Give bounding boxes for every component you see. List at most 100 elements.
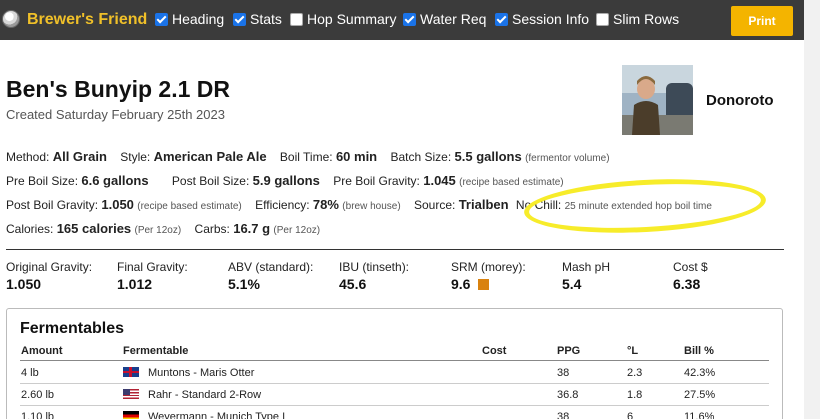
stat-abv: ABV (standard): 5.1% (228, 260, 313, 292)
toolbar: Brewer's Friend Heading Stats Hop Summar… (0, 0, 804, 40)
stat-cost: Cost $ 6.38 (673, 260, 708, 292)
pre-boil-gravity-note: (recipe based estimate) (459, 177, 564, 188)
stat-value: 5.4 (562, 276, 582, 292)
col-header-bill: Bill % (684, 345, 714, 357)
stat-label: Original Gravity: (6, 260, 93, 274)
option-hop-summary[interactable]: Hop Summary (290, 11, 396, 27)
carbs-label: Carbs: (194, 222, 230, 236)
checkbox-slim-rows[interactable] (596, 12, 609, 26)
batch-size-label: Batch Size: (390, 150, 452, 164)
option-water-req[interactable]: Water Req (403, 11, 486, 27)
username[interactable]: Donoroto (706, 92, 773, 109)
option-stats[interactable]: Stats (233, 11, 282, 27)
option-session-info[interactable]: Session Info (495, 11, 589, 27)
checkbox-water-req[interactable] (403, 12, 416, 26)
recipe-title: Ben's Bunyip 2.1 DR (6, 76, 231, 102)
stat-label: Final Gravity: (117, 260, 188, 274)
pre-boil-gravity-value: 1.045 (423, 173, 456, 188)
stat-srm: SRM (morey): 9.6 (451, 260, 526, 292)
stat-value: 1.012 (117, 276, 153, 292)
row-1-amount: 4 lb (21, 367, 39, 379)
option-heading-label: Heading (172, 11, 225, 27)
stat-value: 1.050 (6, 276, 42, 292)
option-heading[interactable]: Heading (155, 11, 224, 27)
stat-value: 45.6 (339, 276, 367, 292)
col-header-cost: Cost (482, 345, 507, 357)
checkbox-heading[interactable] (155, 12, 168, 26)
info-line-1: Method: All Grain Style: American Pale A… (6, 149, 610, 164)
style-label: Style: (120, 150, 151, 164)
row-3-lovibond: 6 (627, 411, 634, 419)
col-header-amount: Amount (21, 345, 63, 357)
stat-value-row: 9.6 (451, 276, 526, 292)
stat-label: Cost $ (673, 260, 708, 274)
batch-size-value: 5.5 gallons (454, 149, 522, 164)
option-stats-label: Stats (250, 11, 282, 27)
stat-mash-ph: Mash pH 5.4 (562, 260, 610, 292)
row-2-ppg: 36.8 (557, 389, 579, 401)
col-header-fermentable: Fermentable (123, 345, 189, 357)
calories-note: (Per 12oz) (134, 225, 182, 236)
efficiency-value: 78% (312, 197, 339, 212)
row-2-bill: 27.5% (684, 389, 716, 401)
stat-value: 9.6 (451, 276, 471, 292)
post-boil-size-value: 5.9 gallons (252, 173, 320, 188)
row-3-bill: 11.6% (684, 411, 715, 419)
us-flag-icon (123, 389, 139, 399)
stat-value: 6.38 (673, 276, 701, 292)
boil-time-value: 60 min (335, 149, 378, 164)
avatar-photo (622, 65, 693, 135)
calories-value: 165 calories (56, 221, 132, 236)
pre-boil-size-label: Pre Boil Size: (6, 174, 79, 188)
de-flag-icon (123, 411, 139, 419)
stat-original-gravity: Original Gravity: 1.050 (6, 260, 92, 292)
source-value: Trialben (458, 197, 509, 212)
option-hop-summary-label: Hop Summary (307, 11, 397, 27)
row-2-amount: 2.60 lb (21, 389, 55, 401)
brand-name: Brewer's Friend (27, 11, 148, 28)
row-1-fermentable: Muntons - Maris Otter (148, 367, 255, 379)
carbs-value: 16.7 g (233, 221, 271, 236)
batch-size-note: (fermentor volume) (525, 153, 610, 164)
user-avatar[interactable] (622, 65, 693, 135)
row-divider (20, 383, 769, 384)
carbs-note: (Per 12oz) (273, 225, 321, 236)
option-slim-rows[interactable]: Slim Rows (596, 11, 679, 27)
checkbox-session-info[interactable] (495, 12, 508, 26)
post-boil-size-label: Post Boil Size: (171, 174, 250, 188)
fermentables-title: Fermentables (20, 320, 125, 337)
row-3-ppg: 38 (557, 411, 570, 419)
method-value: All Grain (52, 149, 107, 164)
row-3-amount: 1.10 lb (21, 411, 55, 419)
efficiency-note: (brew house) (342, 201, 401, 212)
method-label: Method: (6, 150, 50, 164)
row-1-lovibond: 2.3 (627, 367, 643, 379)
stat-label: IBU (tinseth): (339, 260, 410, 274)
row-1-bill: 42.3% (684, 367, 716, 379)
option-session-info-label: Session Info (512, 11, 590, 27)
option-water-req-label: Water Req (420, 11, 487, 27)
header-rule (20, 360, 769, 361)
checkbox-stats[interactable] (233, 12, 246, 26)
brewers-friend-logo-icon (2, 10, 20, 28)
col-header-ppg: PPG (557, 345, 581, 357)
page-scrollbar[interactable] (804, 0, 820, 419)
srm-color-swatch (478, 278, 490, 290)
row-1-ppg: 38 (557, 367, 570, 379)
calories-label: Calories: (6, 222, 54, 236)
stat-label: Mash pH (562, 260, 611, 274)
info-line-4: Calories: 165 calories (Per 12oz) Carbs:… (6, 221, 320, 236)
stat-label: ABV (standard): (228, 260, 314, 274)
efficiency-label: Efficiency: (255, 198, 310, 212)
print-button[interactable]: Print (731, 6, 793, 36)
post-boil-gravity-value: 1.050 (101, 197, 134, 212)
created-date: Created Saturday February 25th 2023 (6, 107, 225, 122)
row-2-lovibond: 1.8 (627, 389, 643, 401)
row-3-fermentable: Weyermann - Munich Type I (148, 411, 286, 419)
pre-boil-gravity-label: Pre Boil Gravity: (333, 174, 420, 188)
col-header-lovibond: °L (627, 345, 639, 357)
post-boil-gravity-note: (recipe based estimate) (137, 201, 242, 212)
stat-value: 5.1% (228, 276, 260, 292)
info-line-2: Pre Boil Size: 6.6 gallons Post Boil Siz… (6, 173, 564, 188)
checkbox-hop-summary[interactable] (290, 12, 303, 26)
